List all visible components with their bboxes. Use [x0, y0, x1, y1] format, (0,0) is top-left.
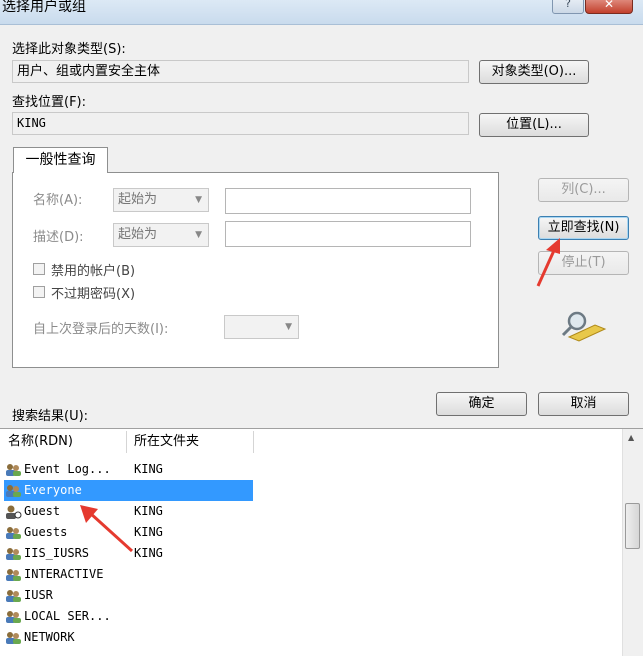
disabled-accounts-checkbox	[33, 263, 45, 275]
name-input	[225, 188, 471, 214]
user-group-icon	[4, 526, 22, 540]
ok-button[interactable]: 确定	[436, 392, 527, 416]
user-group-icon	[4, 589, 22, 603]
no-expire-password-checkbox	[33, 286, 45, 298]
column-header-name[interactable]: 名称(RDN)	[8, 429, 73, 455]
column-divider[interactable]	[253, 431, 254, 453]
table-row[interactable]: IUSR	[4, 585, 624, 606]
name-mode-select: 起始为 ▼	[113, 188, 209, 212]
description-mode-value: 起始为	[118, 227, 158, 242]
row-name: IUSR	[24, 588, 53, 602]
table-row[interactable]: Event Log... KING	[4, 459, 624, 480]
column-divider[interactable]	[126, 431, 127, 453]
days-since-login-label: 自上次登录后的天数(I):	[33, 322, 169, 337]
column-header-folder[interactable]: 所在文件夹	[134, 429, 200, 455]
vertical-scrollbar[interactable]: ▲	[622, 429, 643, 656]
user-group-icon	[4, 631, 22, 645]
scrollbar-thumb[interactable]	[625, 503, 640, 549]
row-name: LOCAL SER...	[24, 609, 111, 623]
name-mode-value: 起始为	[118, 192, 158, 207]
annotation-arrow-icon	[536, 238, 560, 287]
row-name: Guest	[24, 504, 61, 518]
window-title: 选择用户或组	[2, 0, 86, 15]
close-button[interactable]: ✕	[585, 0, 633, 14]
location-field: KING	[12, 112, 469, 135]
table-row[interactable]: INTERACTIVE	[4, 564, 624, 585]
row-folder: KING	[134, 462, 163, 476]
row-name: Event Log...	[24, 462, 111, 476]
search-results-label: 搜索结果(U):	[12, 409, 89, 424]
no-expire-password-label: 不过期密码(X)	[51, 287, 136, 302]
table-row[interactable]: LOCAL SER...	[4, 606, 624, 627]
disabled-accounts-label: 禁用的帐户(B)	[51, 264, 136, 279]
row-name: Guests	[24, 525, 68, 539]
tab-general-query[interactable]: 一般性查询	[13, 147, 108, 173]
search-results-list[interactable]: 名称(RDN) 所在文件夹 Event Log... KING Everyone…	[0, 428, 643, 656]
user-group-icon	[4, 484, 22, 498]
object-types-label: 选择此对象类型(S):	[12, 42, 126, 57]
annotation-arrow-icon	[80, 505, 134, 553]
table-row[interactable]: NETWORK	[4, 627, 624, 648]
location-button[interactable]: 位置(L)...	[479, 113, 589, 137]
chevron-down-icon: ▼	[285, 322, 292, 332]
title-bar: 选择用户或组 ? ✕	[0, 0, 643, 25]
row-name: INTERACTIVE	[24, 567, 104, 581]
chevron-down-icon: ▼	[195, 230, 202, 240]
row-name: Everyone	[24, 483, 82, 497]
help-button[interactable]: ?	[552, 0, 584, 14]
user-group-icon	[4, 463, 22, 477]
location-label: 查找位置(F):	[12, 95, 87, 110]
days-since-login-select: ▼	[224, 315, 299, 339]
description-mode-select: 起始为 ▼	[113, 223, 209, 247]
chevron-down-icon: ▼	[195, 195, 202, 205]
user-icon	[4, 505, 22, 519]
object-types-field: 用户、组或内置安全主体	[12, 60, 469, 83]
search-magnifier-icon	[561, 311, 607, 342]
cancel-button[interactable]: 取消	[538, 392, 629, 416]
description-input	[225, 221, 471, 247]
columns-button[interactable]: 列(C)...	[538, 178, 629, 202]
row-name: NETWORK	[24, 630, 75, 644]
scroll-up-icon[interactable]: ▲	[628, 433, 634, 442]
object-types-button[interactable]: 对象类型(O)...	[479, 60, 589, 84]
name-label: 名称(A):	[33, 193, 83, 208]
user-group-icon	[4, 568, 22, 582]
user-group-icon	[4, 610, 22, 624]
user-group-icon	[4, 547, 22, 561]
description-label: 描述(D):	[33, 230, 84, 245]
table-row-selected[interactable]: Everyone	[4, 480, 253, 501]
